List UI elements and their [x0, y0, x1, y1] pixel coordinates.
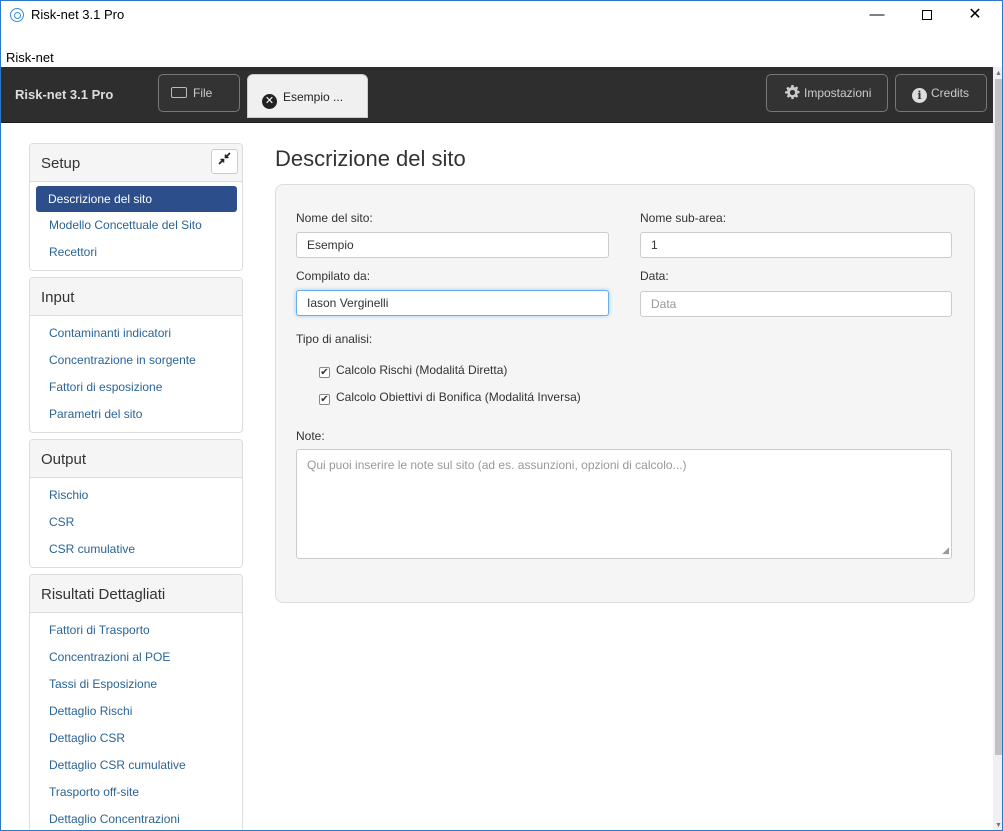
close-circle-icon[interactable]: ✕	[262, 94, 277, 109]
panel-risultati-list: Fattori di Trasporto Concentrazioni al P…	[30, 613, 242, 830]
forward-mode-checkbox[interactable]: ✔ Calcolo Rischi (Modalitá Diretta)	[319, 363, 507, 378]
panel-output-header: Output	[30, 440, 242, 478]
panel-risultati-header: Risultati Dettagliati	[30, 575, 242, 613]
vertical-scrollbar[interactable]: ▲ ▼	[993, 67, 1002, 830]
file-button-label: File	[193, 86, 213, 100]
sidebar-item-csr[interactable]: CSR	[30, 509, 242, 536]
sidebar-item-csr-cumulative[interactable]: CSR cumulative	[30, 536, 242, 563]
tab-esempio-label: Esempio ...	[283, 90, 344, 104]
sidebar-item-concentrazione-in-sorgente[interactable]: Concentrazione in sorgente	[30, 347, 242, 374]
sidebar-item-trasporto-off-site[interactable]: Trasporto off-site	[30, 779, 242, 806]
app-window: Risk-net 3.1 Pro — ✕ Risk-net Risk-net 3…	[0, 0, 1003, 831]
notes-placeholder: Qui puoi inserire le note sul sito (ad e…	[307, 458, 687, 472]
minimize-button[interactable]: —	[854, 1, 900, 29]
forward-mode-label: Calcolo Rischi (Modalitá Diretta)	[336, 363, 508, 377]
maximize-icon	[922, 10, 932, 21]
analysis-type-label: Tipo di analisi:	[296, 332, 373, 346]
sidebar-item-fattori-di-esposizione[interactable]: Fattori di esposizione	[30, 374, 242, 401]
scroll-up-arrow-icon[interactable]: ▲	[995, 70, 1002, 77]
panel-risultati-dettagliati: Risultati Dettagliati Fattori di Traspor…	[29, 574, 243, 830]
sidebar-item-dettaglio-rischi[interactable]: Dettaglio Rischi	[30, 698, 242, 725]
inverse-mode-label: Calcolo Obiettivi di Bonifica (Modalitá …	[336, 390, 581, 404]
panel-setup: Setup Descrizione del sito Modello Conce…	[29, 143, 243, 271]
sidebar: Setup Descrizione del sito Modello Conce…	[29, 143, 243, 830]
menu-bar: Risk-net	[1, 48, 1002, 67]
close-button[interactable]: ✕	[952, 1, 998, 29]
checkbox-checked-icon[interactable]: ✔	[319, 367, 330, 378]
panel-input-title: Input	[41, 289, 75, 306]
compress-arrows-icon	[218, 152, 231, 165]
checkbox-checked-icon[interactable]: ✔	[319, 394, 330, 405]
panel-output-title: Output	[41, 451, 87, 468]
file-button[interactable]: File	[158, 74, 240, 112]
collapse-sidebar-button[interactable]	[211, 149, 238, 174]
page-title: Descrizione del sito	[275, 146, 466, 171]
panel-input-list: Contaminanti indicatori Concentrazione i…	[30, 316, 242, 432]
sidebar-item-dettaglio-concentrazioni[interactable]: Dettaglio Concentrazioni	[30, 806, 242, 830]
sidebar-item-fattori-di-trasporto[interactable]: Fattori di Trasporto	[30, 617, 242, 644]
panel-setup-title: Setup	[41, 155, 81, 172]
sidebar-item-recettori[interactable]: Recettori	[30, 239, 242, 266]
panel-setup-header: Setup	[30, 144, 242, 182]
maximize-button[interactable]	[904, 1, 950, 29]
site-description-form: Nome del sito: Esempio Nome sub-area: 1 …	[275, 184, 975, 603]
inverse-mode-checkbox[interactable]: ✔ Calcolo Obiettivi di Bonifica (Modalitá…	[319, 390, 581, 405]
resize-grip-icon[interactable]: ◢	[942, 545, 949, 556]
panel-output: Output Rischio CSR CSR cumulative	[29, 439, 243, 568]
title-bar: Risk-net 3.1 Pro — ✕	[1, 1, 1002, 29]
folder-open-icon	[171, 87, 187, 98]
menu-item-risknet[interactable]: Risk-net	[6, 50, 54, 65]
sidebar-item-dettaglio-csr-cumulative[interactable]: Dettaglio CSR cumulative	[30, 752, 242, 779]
sidebar-item-contaminanti-indicatori[interactable]: Contaminanti indicatori	[30, 320, 242, 347]
subarea-label: Nome sub-area:	[640, 211, 727, 225]
date-label: Data:	[640, 269, 669, 283]
compiled-by-field[interactable]: Iason Verginelli	[296, 290, 609, 316]
sidebar-item-tassi-di-esposizione[interactable]: Tassi di Esposizione	[30, 671, 242, 698]
brand-label: Risk-net 3.1 Pro	[15, 87, 114, 102]
sidebar-item-modello-concettuale[interactable]: Modello Concettuale del Sito	[30, 212, 242, 239]
scrollbar-thumb[interactable]	[995, 79, 1002, 755]
window-title: Risk-net 3.1 Pro	[31, 7, 125, 22]
tab-esempio[interactable]: ✕ Esempio ...	[247, 74, 368, 118]
app-logo-icon	[10, 8, 24, 22]
notes-textarea[interactable]: Qui puoi inserire le note sul sito (ad e…	[296, 449, 952, 559]
sidebar-item-parametri-del-sito[interactable]: Parametri del sito	[30, 401, 242, 428]
panel-setup-list: Descrizione del sito Modello Concettuale…	[30, 182, 242, 270]
sidebar-item-descrizione-del-sito[interactable]: Descrizione del sito	[36, 186, 237, 212]
panel-input-header: Input	[30, 278, 242, 316]
site-name-field[interactable]: Esempio	[296, 232, 609, 258]
gear-icon	[785, 85, 800, 100]
panel-output-list: Rischio CSR CSR cumulative	[30, 478, 242, 567]
credits-button-label: Credits	[931, 86, 970, 100]
settings-button[interactable]: Impostazioni	[766, 74, 888, 112]
panel-risultati-title: Risultati Dettagliati	[41, 586, 166, 603]
site-name-label: Nome del sito:	[296, 211, 373, 225]
notes-label: Note:	[296, 429, 325, 443]
sidebar-item-concentrazioni-al-poe[interactable]: Concentrazioni al POE	[30, 644, 242, 671]
subarea-field[interactable]: 1	[640, 232, 952, 258]
toolbar: Risk-net 3.1 Pro File ✕ Esempio ... Impos…	[1, 67, 993, 123]
scroll-down-arrow-icon[interactable]: ▼	[995, 822, 1002, 829]
info-circle-icon: i	[912, 88, 927, 103]
sidebar-item-rischio[interactable]: Rischio	[30, 482, 242, 509]
panel-input: Input Contaminanti indicatori Concentraz…	[29, 277, 243, 433]
sidebar-item-dettaglio-csr[interactable]: Dettaglio CSR	[30, 725, 242, 752]
compiled-by-label: Compilato da:	[296, 269, 371, 283]
date-field[interactable]: Data	[640, 291, 952, 317]
credits-button[interactable]: i Credits	[895, 74, 987, 112]
settings-button-label: Impostazioni	[804, 86, 872, 100]
